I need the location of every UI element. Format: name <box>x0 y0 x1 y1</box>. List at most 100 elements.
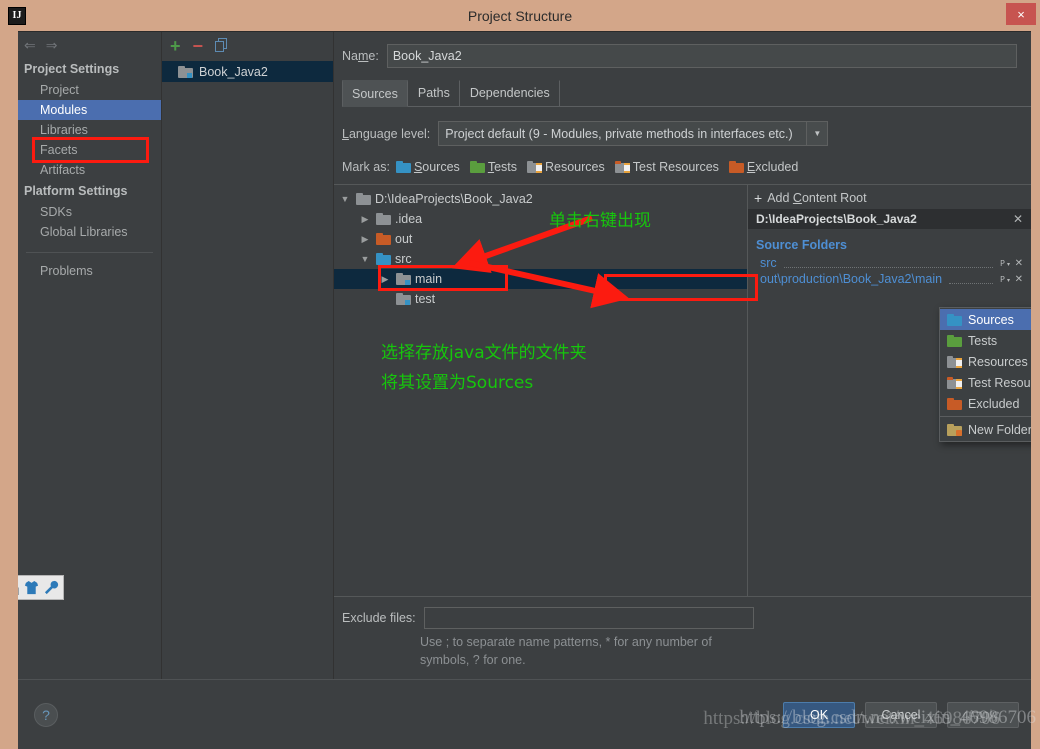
dotted-leader <box>784 258 993 268</box>
context-menu-item-test-resources[interactable]: Test Resources <box>940 372 1031 393</box>
context-menu-item-tests[interactable]: Tests Alt+T <box>940 330 1031 351</box>
dialog-footer: ? OK Cancel Apply <box>18 679 1031 749</box>
module-tabs: Sources Paths Dependencies <box>342 80 1031 107</box>
sidebar-group-project-settings: Project Settings <box>18 58 161 80</box>
exclude-files-label: Exclude files: <box>342 611 416 625</box>
tab-sources[interactable]: Sources <box>342 80 408 107</box>
tshirt-icon[interactable] <box>24 580 39 595</box>
sidebar-item-sdks[interactable]: SDKs <box>18 202 161 222</box>
modules-list-panel: + − Book_Java2 <box>162 32 334 679</box>
new-folder-icon <box>947 424 962 436</box>
back-arrow-icon[interactable]: ⇐ <box>24 37 36 54</box>
mark-as-sources-button[interactable]: Sources <box>396 160 460 174</box>
source-folders-title: Source Folders <box>748 229 1031 255</box>
remove-source-folder-icon[interactable]: ✕ <box>1015 274 1023 285</box>
context-menu-item-excluded[interactable]: Excluded Alt+E <box>940 393 1031 414</box>
mark-as-test-resources-label: Test Resources <box>633 160 719 174</box>
folder-resources-icon <box>947 356 962 368</box>
twisty-icon[interactable]: ▼ <box>338 194 352 204</box>
sidebar-item-global-libraries[interactable]: Global Libraries <box>18 222 161 242</box>
user-badge-icon[interactable]: 11 <box>18 580 20 595</box>
wrench-icon[interactable] <box>44 580 59 595</box>
plus-icon: + <box>754 191 762 205</box>
sidebar-item-libraries[interactable]: Libraries <box>18 120 161 140</box>
tree-node-main[interactable]: ▶ main <box>334 269 747 289</box>
sidebar-item-project[interactable]: Project <box>18 80 161 100</box>
forward-arrow-icon[interactable]: ⇒ <box>46 37 58 54</box>
sidebar-group-platform-settings: Platform Settings <box>18 180 161 202</box>
cancel-button[interactable]: Cancel <box>865 702 937 728</box>
remove-source-folder-icon[interactable]: ✕ <box>1015 258 1023 269</box>
dotted-leader <box>949 274 993 284</box>
add-content-root-label: Add Content Root <box>767 191 866 205</box>
tree-node-label: src <box>395 252 412 266</box>
tab-paths[interactable]: Paths <box>408 80 460 106</box>
context-menu-label: Tests <box>968 334 1031 348</box>
mark-as-resources-button[interactable]: Resources <box>527 160 605 174</box>
ok-button[interactable]: OK <box>783 702 855 728</box>
modules-list: Book_Java2 <box>162 59 333 82</box>
content-root-tree: ▼ D:\IdeaProjects\Book_Java2 ▶ .idea ▶ o… <box>334 185 748 596</box>
module-item-book-java2[interactable]: Book_Java2 <box>162 61 333 82</box>
mark-as-test-resources-button[interactable]: Test Resources <box>615 160 719 174</box>
context-menu-separator <box>940 416 1031 417</box>
context-menu-item-sources[interactable]: Sources Alt+S <box>940 309 1031 330</box>
twisty-icon[interactable]: ▼ <box>358 254 372 264</box>
settings-sidebar: ⇐ ⇒ Project Settings Project Modules Lib… <box>18 32 162 679</box>
tree-node-label: main <box>415 272 442 286</box>
context-menu-item-new-folder[interactable]: New Folder... <box>940 419 1031 440</box>
twisty-icon[interactable]: ▶ <box>358 214 372 225</box>
module-name-input[interactable] <box>387 44 1017 68</box>
exclude-files-input[interactable] <box>424 607 754 629</box>
copy-module-icon[interactable] <box>215 38 229 53</box>
mark-as-tests-button[interactable]: Tests <box>470 160 517 174</box>
folder-test-resources-icon <box>615 161 630 173</box>
context-menu-label: Sources <box>968 313 1031 327</box>
twisty-icon[interactable]: ▶ <box>358 234 372 245</box>
sidebar-item-modules[interactable]: Modules <box>18 100 161 120</box>
mark-as-context-menu: Sources Alt+S Tests Alt+T Resources Test… <box>939 307 1031 442</box>
project-structure-dialog: IJ Project Structure × ⇐ ⇒ Project Setti… <box>0 0 1040 749</box>
context-menu-label: Resources <box>968 355 1031 369</box>
add-content-root-button[interactable]: + Add Content Root <box>748 189 1031 209</box>
module-name-row: Name: <box>334 32 1031 68</box>
dialog-buttons: OK Cancel Apply <box>783 702 1019 728</box>
mark-as-excluded-button[interactable]: Excluded <box>729 160 798 174</box>
tree-node-idea[interactable]: ▶ .idea <box>334 209 747 229</box>
sidebar-item-artifacts[interactable]: Artifacts <box>18 160 161 180</box>
help-icon[interactable]: ? <box>34 703 58 727</box>
tree-node-out[interactable]: ▶ out <box>334 229 747 249</box>
close-icon[interactable]: × <box>1006 3 1036 25</box>
apply-button[interactable]: Apply <box>947 702 1019 728</box>
context-menu-item-resources[interactable]: Resources <box>940 351 1031 372</box>
folder-green-icon <box>947 335 962 347</box>
tree-node-root[interactable]: ▼ D:\IdeaProjects\Book_Java2 <box>334 189 747 209</box>
tree-node-src[interactable]: ▼ src <box>334 249 747 269</box>
language-level-value: Project default (9 - Modules, private me… <box>439 127 806 141</box>
context-menu-label: Excluded <box>968 397 1031 411</box>
module-editor: Name: Sources Paths Dependencies Languag… <box>334 32 1031 679</box>
window-title: Project Structure <box>0 8 1040 24</box>
tree-node-test[interactable]: test <box>334 289 747 309</box>
tab-dependencies[interactable]: Dependencies <box>460 80 560 106</box>
tree-node-label: test <box>415 292 435 306</box>
svg-text:P: P <box>1000 259 1005 268</box>
sidebar-divider <box>26 252 153 253</box>
remove-content-root-icon[interactable]: ✕ <box>1013 212 1023 226</box>
add-module-icon[interactable]: + <box>170 37 181 55</box>
sidebar-item-facets[interactable]: Facets <box>18 140 161 160</box>
remove-module-icon[interactable]: − <box>193 37 204 55</box>
sidebar-item-problems[interactable]: Problems <box>18 261 161 281</box>
package-prefix-icon[interactable]: P <box>1000 274 1011 285</box>
chevron-down-icon[interactable]: ▼ <box>806 122 827 145</box>
language-level-combobox[interactable]: Project default (9 - Modules, private me… <box>438 121 828 146</box>
language-level-label: Language level: <box>342 127 430 141</box>
package-prefix-icon[interactable]: P <box>1000 258 1011 269</box>
twisty-icon[interactable]: ▶ <box>378 274 392 285</box>
context-menu-label: New Folder... <box>968 423 1031 437</box>
source-folder-row[interactable]: src P ✕ <box>748 255 1031 271</box>
module-item-label: Book_Java2 <box>199 65 268 79</box>
floating-tool-palette[interactable]: 11 <box>18 575 64 600</box>
source-folder-row[interactable]: out\production\Book_Java2\main P ✕ <box>748 271 1031 287</box>
sidebar-nav: ⇐ ⇒ <box>18 32 161 58</box>
